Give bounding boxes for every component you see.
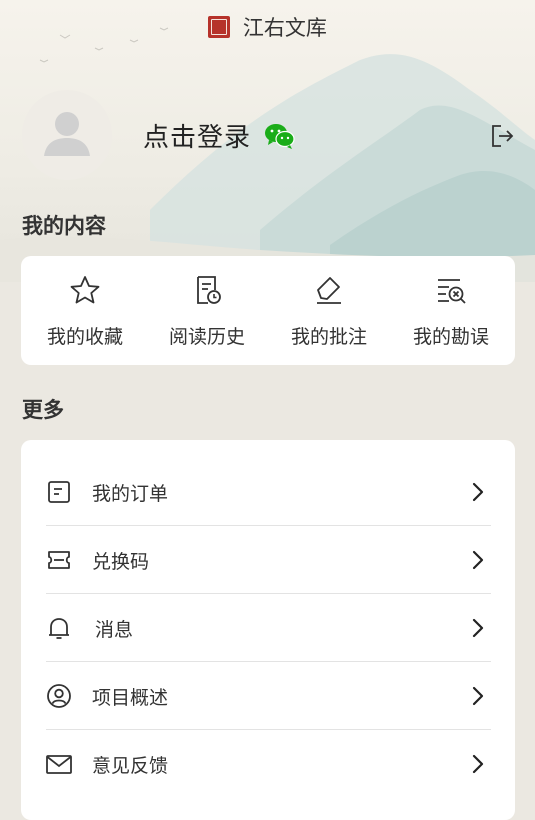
chevron-right-icon bbox=[472, 550, 484, 570]
chevron-right-icon bbox=[472, 618, 484, 638]
menu-item-label: 我的订单 bbox=[92, 483, 169, 505]
item-label: 我的勘误 bbox=[412, 326, 489, 348]
header-banner: 江右文库 点击登录 我的内容 bbox=[0, 0, 535, 282]
bell-icon bbox=[49, 618, 69, 639]
app-title-bar: 江右文库 bbox=[0, 12, 535, 42]
chevron-right-icon bbox=[472, 754, 484, 774]
seal-logo-icon bbox=[208, 16, 231, 38]
chevron-right-icon bbox=[472, 686, 484, 706]
logout-icon[interactable] bbox=[489, 123, 515, 149]
more-menu-card: 我的订单 兑换码 消息 项目概述 意见反馈 bbox=[21, 440, 515, 820]
my-favorites-item[interactable]: 我的收藏 bbox=[23, 256, 147, 365]
user-placeholder-icon bbox=[44, 112, 90, 156]
my-annotations-item[interactable]: 我的批注 bbox=[267, 256, 391, 365]
menu-item-project-overview[interactable]: 项目概述 bbox=[46, 661, 491, 729]
menu-item-label: 意见反馈 bbox=[92, 755, 169, 777]
correction-icon bbox=[438, 279, 466, 304]
chevron-right-icon bbox=[472, 482, 484, 502]
annotate-icon bbox=[317, 277, 341, 304]
menu-item-feedback[interactable]: 意见反馈 bbox=[46, 729, 491, 797]
avatar[interactable] bbox=[22, 90, 112, 180]
item-label: 我的批注 bbox=[290, 326, 367, 348]
login-link[interactable]: 点击登录 bbox=[143, 117, 251, 154]
menu-item-label: 项目概述 bbox=[92, 687, 169, 709]
item-label: 阅读历史 bbox=[168, 326, 245, 348]
star-icon bbox=[70, 276, 100, 304]
user-circle-icon bbox=[47, 684, 71, 708]
ticket-icon bbox=[48, 551, 70, 569]
wechat-icon[interactable] bbox=[264, 122, 296, 150]
history-icon bbox=[197, 276, 221, 304]
section-title-my-content: 我的内容 bbox=[22, 213, 106, 238]
menu-item-orders[interactable]: 我的订单 bbox=[46, 457, 491, 525]
menu-item-redeem-code[interactable]: 兑换码 bbox=[46, 525, 491, 593]
menu-item-messages[interactable]: 消息 bbox=[46, 593, 491, 661]
menu-item-label: 兑换码 bbox=[92, 551, 150, 573]
my-corrections-item[interactable]: 我的勘误 bbox=[389, 256, 513, 365]
reading-history-item[interactable]: 阅读历史 bbox=[145, 256, 269, 365]
mail-icon bbox=[46, 755, 72, 774]
order-icon bbox=[48, 481, 70, 503]
my-content-card: 我的收藏 阅读历史 我的批注 我的勘误 bbox=[21, 256, 515, 365]
section-title-more: 更多 bbox=[22, 397, 64, 422]
item-label: 我的收藏 bbox=[46, 326, 123, 348]
app-title: 江右文库 bbox=[242, 16, 327, 40]
menu-item-label: 消息 bbox=[95, 619, 134, 641]
